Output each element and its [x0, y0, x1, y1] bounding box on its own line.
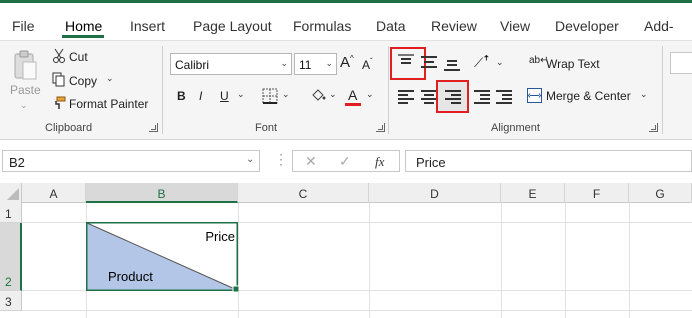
tab-review[interactable]: Review — [431, 19, 477, 33]
paste-label[interactable]: Paste — [10, 84, 41, 96]
font-size-value: 11 — [299, 58, 312, 72]
font-size-select[interactable]: 11 ⌄ — [294, 53, 337, 75]
alignment-group-label: Alignment — [491, 122, 540, 134]
font-color-dropdown-icon[interactable]: ⌄ — [366, 90, 374, 99]
gridline — [22, 310, 692, 311]
group-separator — [662, 46, 663, 134]
paste-icon[interactable] — [12, 50, 38, 82]
formula-buttons: ✕ ✓ fx — [292, 150, 400, 172]
underline-button[interactable]: U — [220, 90, 229, 102]
cell-b2[interactable]: Price Product — [86, 222, 239, 292]
group-separator — [388, 46, 389, 134]
gridline — [369, 203, 370, 318]
gridline — [565, 203, 566, 318]
orientation-icon[interactable]: ⟋ꜛ — [474, 56, 490, 69]
grow-font-letter: A — [340, 54, 351, 71]
font-name-value: Calibri — [175, 58, 210, 72]
ribbon-tab-bar: File Home Insert Page Layout Formulas Da… — [0, 0, 692, 40]
column-header-f[interactable]: F — [565, 183, 629, 203]
tab-home[interactable]: Home — [65, 19, 102, 33]
align-right-highlight — [436, 80, 469, 113]
title-accent-line — [0, 0, 692, 3]
orientation-dropdown-icon[interactable]: ⌄ — [496, 58, 504, 67]
tab-data[interactable]: Data — [376, 19, 406, 33]
name-box-dropdown-icon[interactable]: ⌄ — [246, 155, 254, 165]
paste-dropdown-icon[interactable]: ⌄ — [20, 101, 28, 110]
decrease-indent-icon[interactable] — [474, 90, 490, 104]
clipboard-launcher-icon[interactable] — [149, 123, 158, 132]
align-left-icon[interactable] — [398, 90, 414, 104]
decrease-font-size-button[interactable]: Aˇ — [362, 58, 373, 72]
enter-icon[interactable]: ✓ — [339, 154, 351, 168]
chevron-down-icon: ⌄ — [280, 58, 288, 68]
cell-b2-product-text: Product — [108, 269, 153, 284]
formula-input[interactable]: Price — [405, 150, 692, 172]
fill-color-dropdown-icon[interactable]: ⌄ — [329, 90, 337, 99]
bottom-align-icon[interactable] — [444, 56, 460, 71]
italic-button[interactable]: I — [199, 90, 202, 102]
next-group-combo[interactable] — [670, 52, 692, 74]
underline-dropdown-icon[interactable]: ⌄ — [237, 90, 245, 99]
increase-font-size-button[interactable]: A^ — [340, 54, 354, 71]
font-group-label: Font — [255, 122, 278, 134]
gridline — [629, 203, 630, 318]
column-header-e[interactable]: E — [501, 183, 565, 203]
merge-center-button[interactable]: Merge & Center — [546, 90, 631, 102]
tab-developer[interactable]: Developer — [555, 19, 619, 33]
increase-indent-icon[interactable] — [496, 90, 512, 104]
format-painter-icon — [52, 96, 66, 110]
column-header-c[interactable]: C — [238, 183, 369, 203]
tab-insert[interactable]: Insert — [130, 19, 165, 33]
active-tab-underline — [62, 35, 104, 38]
row-header-1[interactable]: 1 — [0, 203, 22, 223]
align-center-icon[interactable] — [421, 90, 437, 104]
copy-button[interactable]: Copy — [69, 75, 97, 87]
select-all-corner[interactable] — [0, 183, 22, 203]
alignment-launcher-icon[interactable] — [649, 123, 658, 132]
copy-icon — [52, 72, 66, 88]
merge-dropdown-icon[interactable]: ⌄ — [640, 90, 648, 99]
insert-function-button[interactable]: fx — [375, 155, 384, 168]
formula-value: Price — [416, 155, 446, 170]
scissors-icon — [52, 48, 66, 64]
row-header-3[interactable]: 3 — [0, 291, 22, 311]
font-color-button[interactable]: A — [348, 88, 357, 102]
font-name-select[interactable]: Calibri ⌄ — [170, 53, 292, 75]
wrap-text-button[interactable]: Wrap Text — [546, 58, 600, 70]
cell-b2-price-text: Price — [205, 229, 235, 244]
name-box[interactable]: B2 — [2, 150, 260, 172]
font-launcher-icon[interactable] — [376, 123, 385, 132]
tab-file[interactable]: File — [12, 19, 35, 33]
column-header-g[interactable]: G — [629, 183, 692, 203]
column-header-a[interactable]: A — [22, 183, 86, 203]
merge-center-icon — [527, 88, 542, 103]
group-separator — [162, 46, 163, 134]
column-header-b[interactable]: B — [86, 183, 238, 203]
cut-button[interactable]: Cut — [69, 51, 88, 63]
borders-icon[interactable] — [262, 88, 278, 104]
shrink-font-letter: A — [362, 58, 371, 72]
row-header-2[interactable]: 2 — [0, 223, 22, 291]
cancel-icon[interactable]: ✕ — [305, 154, 317, 168]
copy-dropdown-icon[interactable]: ⌄ — [106, 74, 114, 83]
borders-dropdown-icon[interactable]: ⌄ — [282, 90, 290, 99]
name-box-value: B2 — [9, 155, 25, 170]
font-color-bar — [345, 103, 361, 106]
formula-bar-grip-icon: ⋮ — [274, 151, 288, 167]
middle-align-icon[interactable] — [421, 56, 437, 70]
tab-add-ins[interactable]: Add- — [644, 19, 674, 33]
clipboard-group-label: Clipboard — [45, 122, 93, 134]
tab-page-layout[interactable]: Page Layout — [193, 19, 272, 33]
tab-view[interactable]: View — [500, 19, 530, 33]
bold-button[interactable]: B — [177, 90, 186, 102]
chevron-down-icon: ⌄ — [325, 58, 333, 68]
format-painter-button[interactable]: Format Painter — [69, 98, 148, 110]
tab-formulas[interactable]: Formulas — [293, 19, 351, 33]
fill-color-icon[interactable] — [310, 87, 326, 103]
column-header-d[interactable]: D — [369, 183, 501, 203]
gridline — [501, 203, 502, 318]
